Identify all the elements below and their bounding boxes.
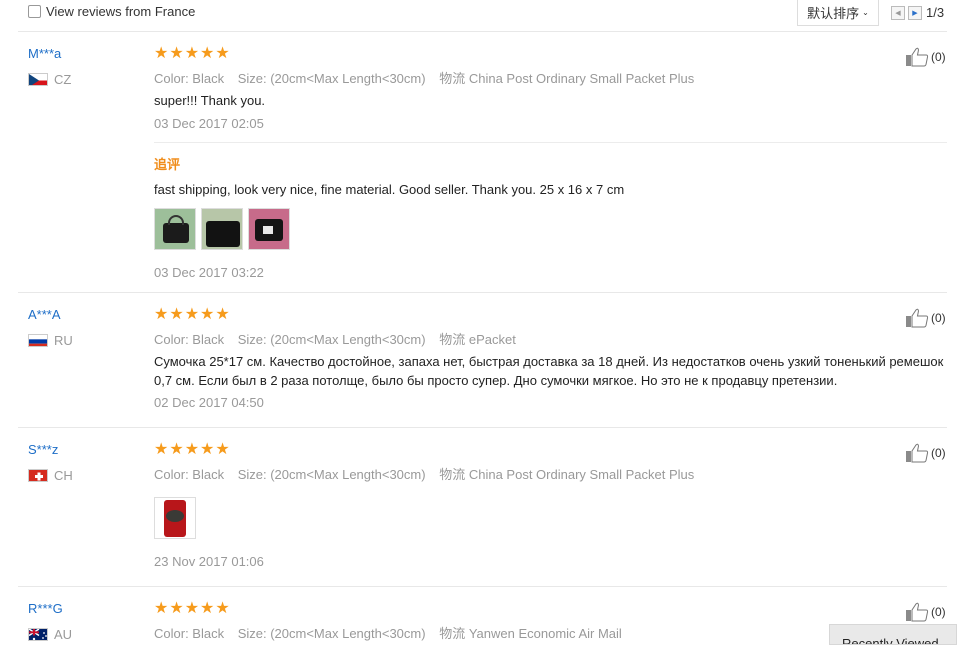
review-meta: Color: Black Size: (20cm<Max Length<30cm… (154, 332, 516, 347)
reviewer-country: AU (28, 627, 72, 642)
helpful-button[interactable]: (0) (905, 602, 946, 622)
flag-cz-icon (28, 73, 48, 86)
filter-label: View reviews from France (46, 4, 196, 19)
reviewer-name[interactable]: S***z (28, 442, 58, 457)
reviewer-name[interactable]: R***G (28, 601, 63, 616)
review-text: Сумочка 25*17 см. Качество достойное, за… (154, 354, 944, 388)
photo-thumbnail[interactable] (201, 208, 243, 250)
chevron-down-icon: ⌄ (862, 8, 869, 17)
reviewer-country: CZ (28, 72, 71, 87)
review-date: 23 Nov 2017 01:06 (154, 554, 264, 569)
thumbs-up-icon (906, 47, 929, 67)
thumbs-up-icon (906, 308, 929, 328)
pagination: ◀ ▶ 1/3 (891, 5, 944, 20)
divider (154, 142, 947, 143)
reviewer-name[interactable]: A***A (28, 307, 61, 322)
next-page-button[interactable]: ▶ (908, 5, 922, 20)
review-date: 03 Dec 2017 02:05 (154, 116, 264, 131)
review-photos (154, 208, 295, 250)
thumbs-up-icon (906, 602, 929, 622)
recently-viewed-tab[interactable]: Recently Viewed (829, 624, 957, 645)
star-rating: ★★★★★ (154, 45, 231, 62)
helpful-button[interactable]: (0) (905, 443, 946, 463)
review-meta: Color: Black Size: (20cm<Max Length<30cm… (154, 467, 695, 482)
follow-up-text: fast shipping, look very nice, fine mate… (154, 182, 625, 197)
photo-thumbnail[interactable] (248, 208, 290, 250)
divider (18, 31, 947, 32)
helpful-button[interactable]: (0) (905, 47, 946, 67)
flag-au-icon (28, 628, 48, 641)
review-text: super!!! Thank you. (154, 93, 266, 108)
review-meta: Color: Black Size: (20cm<Max Length<30cm… (154, 71, 695, 86)
reviewer-name[interactable]: M***a (28, 46, 61, 61)
review-photos (154, 497, 201, 539)
country-filter[interactable]: View reviews from France (28, 4, 195, 19)
filter-checkbox[interactable] (28, 5, 41, 18)
review-meta: Color: Black Size: (20cm<Max Length<30cm… (154, 626, 622, 641)
sort-label: 默认排序 (807, 6, 860, 21)
star-rating: ★★★★★ (154, 441, 231, 458)
flag-ch-icon (28, 469, 48, 482)
reviews-toolbar: View reviews from France 默认排序 ⌄ ◀ ▶ 1/3 (0, 0, 957, 26)
star-rating: ★★★★★ (154, 306, 231, 323)
helpful-button[interactable]: (0) (905, 308, 946, 328)
review-date: 02 Dec 2017 04:50 (154, 395, 264, 410)
flag-ru-icon (28, 334, 48, 347)
divider (18, 427, 947, 428)
star-rating: ★★★★★ (154, 600, 231, 617)
photo-thumbnail[interactable] (154, 497, 196, 539)
photo-thumbnail[interactable] (154, 208, 196, 250)
divider (18, 586, 947, 587)
follow-up-date: 03 Dec 2017 03:22 (154, 265, 264, 280)
divider (18, 292, 947, 293)
prev-page-button[interactable]: ◀ (891, 5, 905, 20)
thumbs-up-icon (906, 443, 929, 463)
follow-up-label: 追评 (154, 157, 181, 172)
sort-dropdown[interactable]: 默认排序 ⌄ (797, 0, 879, 26)
page-indicator: 1/3 (926, 5, 945, 20)
reviewer-country: RU (28, 333, 73, 348)
reviewer-country: CH (28, 468, 73, 483)
